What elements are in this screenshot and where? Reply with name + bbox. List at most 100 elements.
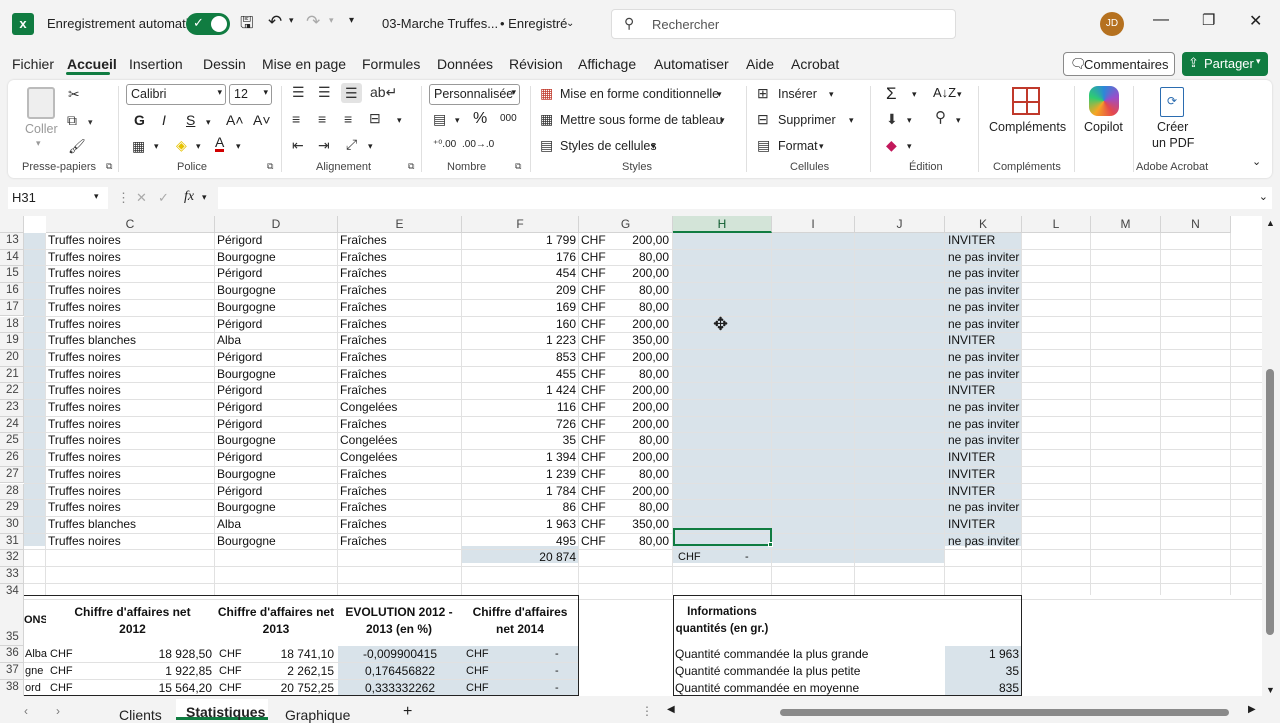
- cell-quantity[interactable]: 35: [462, 433, 576, 448]
- fill-dropdown-icon[interactable]: ▾: [907, 115, 912, 126]
- undo-dropdown-icon[interactable]: ▾: [289, 15, 294, 26]
- cell-currency[interactable]: CHF: [581, 317, 611, 332]
- spreadsheet-grid[interactable]: C D E F G H I J K L M N 13 Truffes noires Périgord Fraî…: [0, 216, 1262, 696]
- decrease-indent-icon[interactable]: ⇤: [292, 138, 304, 152]
- conditional-format-button[interactable]: Mise en forme conditionnelle: [560, 87, 719, 101]
- next-sheet-icon[interactable]: ›: [56, 704, 60, 718]
- row-header[interactable]: 35: [0, 595, 24, 646]
- cell-origin[interactable]: Alba: [217, 333, 337, 348]
- cell-info-value[interactable]: 1 963: [945, 647, 1019, 662]
- cell-origin[interactable]: Périgord: [217, 266, 337, 281]
- dialog-launcher-icon[interactable]: ⧉: [515, 161, 521, 172]
- increase-decimal-icon[interactable]: ⁺⁰.00: [433, 139, 456, 150]
- cell-revenue-2013[interactable]: 18 741,10: [250, 647, 334, 662]
- underline-dropdown-icon[interactable]: ▾: [206, 117, 211, 128]
- enter-icon[interactable]: ✓: [158, 190, 169, 206]
- cell-condition[interactable]: Fraîches: [340, 500, 460, 515]
- cell-invitation[interactable]: ne pas inviter: [948, 250, 1022, 265]
- accounting-format-icon[interactable]: ▤: [433, 112, 446, 126]
- clear-icon[interactable]: ◆: [886, 138, 897, 152]
- increase-indent-icon[interactable]: ⇥: [318, 138, 330, 152]
- header-regions[interactable]: ONS: [24, 613, 46, 628]
- cell-quantity[interactable]: 1 784: [462, 484, 576, 499]
- cell-price[interactable]: 200,00: [610, 417, 669, 432]
- increase-font-icon[interactable]: A˄: [226, 112, 244, 128]
- font-color-icon[interactable]: A: [215, 135, 225, 152]
- copilot-icon[interactable]: [1089, 86, 1119, 116]
- cell-condition[interactable]: Congelées: [340, 450, 460, 465]
- cell-currency[interactable]: CHF: [581, 534, 611, 549]
- column-header-k[interactable]: K: [945, 216, 1022, 233]
- delete-button[interactable]: Supprimer: [778, 113, 836, 127]
- autosum-icon[interactable]: Σ: [886, 84, 897, 104]
- cell-product[interactable]: Truffes noires: [48, 450, 213, 465]
- copilot-button[interactable]: Copilot: [1084, 120, 1123, 134]
- cell-evolution[interactable]: 0,176456822: [340, 664, 460, 679]
- row-header[interactable]: 14: [0, 249, 24, 267]
- cell-product[interactable]: Truffes noires: [48, 534, 213, 549]
- cell-origin[interactable]: Bourgogne: [217, 433, 337, 448]
- cell-currency[interactable]: CHF: [581, 333, 611, 348]
- create-pdf-label-2[interactable]: un PDF: [1152, 136, 1194, 150]
- format-as-table-button[interactable]: Mettre sous forme de tableau: [560, 113, 723, 127]
- cell-quantity[interactable]: 726: [462, 417, 576, 432]
- column-header-i[interactable]: I: [772, 216, 855, 233]
- insert-function-icon[interactable]: fx: [184, 189, 194, 205]
- add-sheet-icon[interactable]: +: [403, 703, 412, 721]
- cell-origin[interactable]: Bourgogne: [217, 367, 337, 382]
- cell-product[interactable]: Truffes noires: [48, 383, 213, 398]
- menu-donnees[interactable]: Données: [437, 56, 493, 72]
- cell-styles-icon[interactable]: ▤: [540, 138, 553, 152]
- cell-invitation[interactable]: ne pas inviter: [948, 417, 1022, 432]
- cell-currency[interactable]: CHF: [466, 681, 496, 696]
- cell-price[interactable]: 80,00: [610, 500, 669, 515]
- cell-currency[interactable]: CHF: [50, 664, 80, 679]
- cell-product[interactable]: Truffes noires: [48, 400, 213, 415]
- select-all-corner[interactable]: [0, 216, 24, 233]
- cell-product[interactable]: Truffes noires: [48, 417, 213, 432]
- cell-quantity[interactable]: 455: [462, 367, 576, 382]
- cell-product[interactable]: Truffes noires: [48, 433, 213, 448]
- cell-quantity[interactable]: 116: [462, 400, 576, 415]
- insert-cells-icon[interactable]: ⊞: [757, 86, 769, 100]
- search-box[interactable]: ⚲ Rechercher: [611, 9, 956, 39]
- row-header[interactable]: 20: [0, 349, 24, 367]
- cell-condition[interactable]: Fraîches: [340, 283, 460, 298]
- cell-price[interactable]: 80,00: [610, 433, 669, 448]
- tab-clients[interactable]: Clients: [119, 707, 162, 723]
- column-header-c[interactable]: C: [46, 216, 215, 233]
- header-info-quantities[interactable]: Informations quantités (en gr.): [674, 604, 770, 638]
- header-revenue-2012[interactable]: Chiffre d'affaires net 2012: [60, 604, 205, 638]
- cell-product[interactable]: Truffes noires: [48, 350, 213, 365]
- cell-product[interactable]: Truffes noires: [48, 367, 213, 382]
- dialog-launcher-icon[interactable]: ⧉: [267, 161, 273, 172]
- cell-invitation[interactable]: ne pas inviter: [948, 300, 1022, 315]
- cell-quantity[interactable]: 1 394: [462, 450, 576, 465]
- bold-button[interactable]: G: [134, 112, 145, 128]
- cell-price[interactable]: 80,00: [610, 283, 669, 298]
- header-evolution[interactable]: EVOLUTION 2012 - 2013 (en %): [340, 604, 458, 638]
- format-cells-icon[interactable]: ▤: [757, 138, 770, 152]
- cell-revenue-2014[interactable]: -: [555, 647, 565, 662]
- scroll-left-icon[interactable]: ◀: [667, 704, 675, 715]
- cell-region[interactable]: gne: [25, 664, 47, 679]
- cell-product[interactable]: Truffes noires: [48, 467, 213, 482]
- cell-origin[interactable]: Bourgogne: [217, 500, 337, 515]
- restore-icon[interactable]: ❐: [1202, 11, 1215, 29]
- more-options-icon[interactable]: ⋮: [117, 190, 130, 206]
- row-header[interactable]: 36: [0, 646, 24, 663]
- cell-currency[interactable]: CHF: [581, 283, 611, 298]
- cell-invitation[interactable]: ne pas inviter: [948, 500, 1022, 515]
- font-size-select[interactable]: 12 ▾: [229, 84, 272, 105]
- column-header-n[interactable]: N: [1161, 216, 1231, 233]
- cell-revenue-2012[interactable]: 1 922,85: [100, 664, 212, 679]
- tab-statistiques[interactable]: Statistiques: [186, 704, 265, 720]
- row-header[interactable]: 26: [0, 450, 24, 467]
- menu-formules[interactable]: Formules: [362, 56, 420, 72]
- cell-quantity[interactable]: 169: [462, 300, 576, 315]
- cell-currency[interactable]: CHF: [581, 300, 611, 315]
- menu-acrobat[interactable]: Acrobat: [791, 56, 839, 72]
- cell-condition[interactable]: Fraîches: [340, 233, 460, 248]
- prev-sheet-icon[interactable]: ‹: [24, 704, 28, 718]
- column-header-l[interactable]: L: [1022, 216, 1091, 233]
